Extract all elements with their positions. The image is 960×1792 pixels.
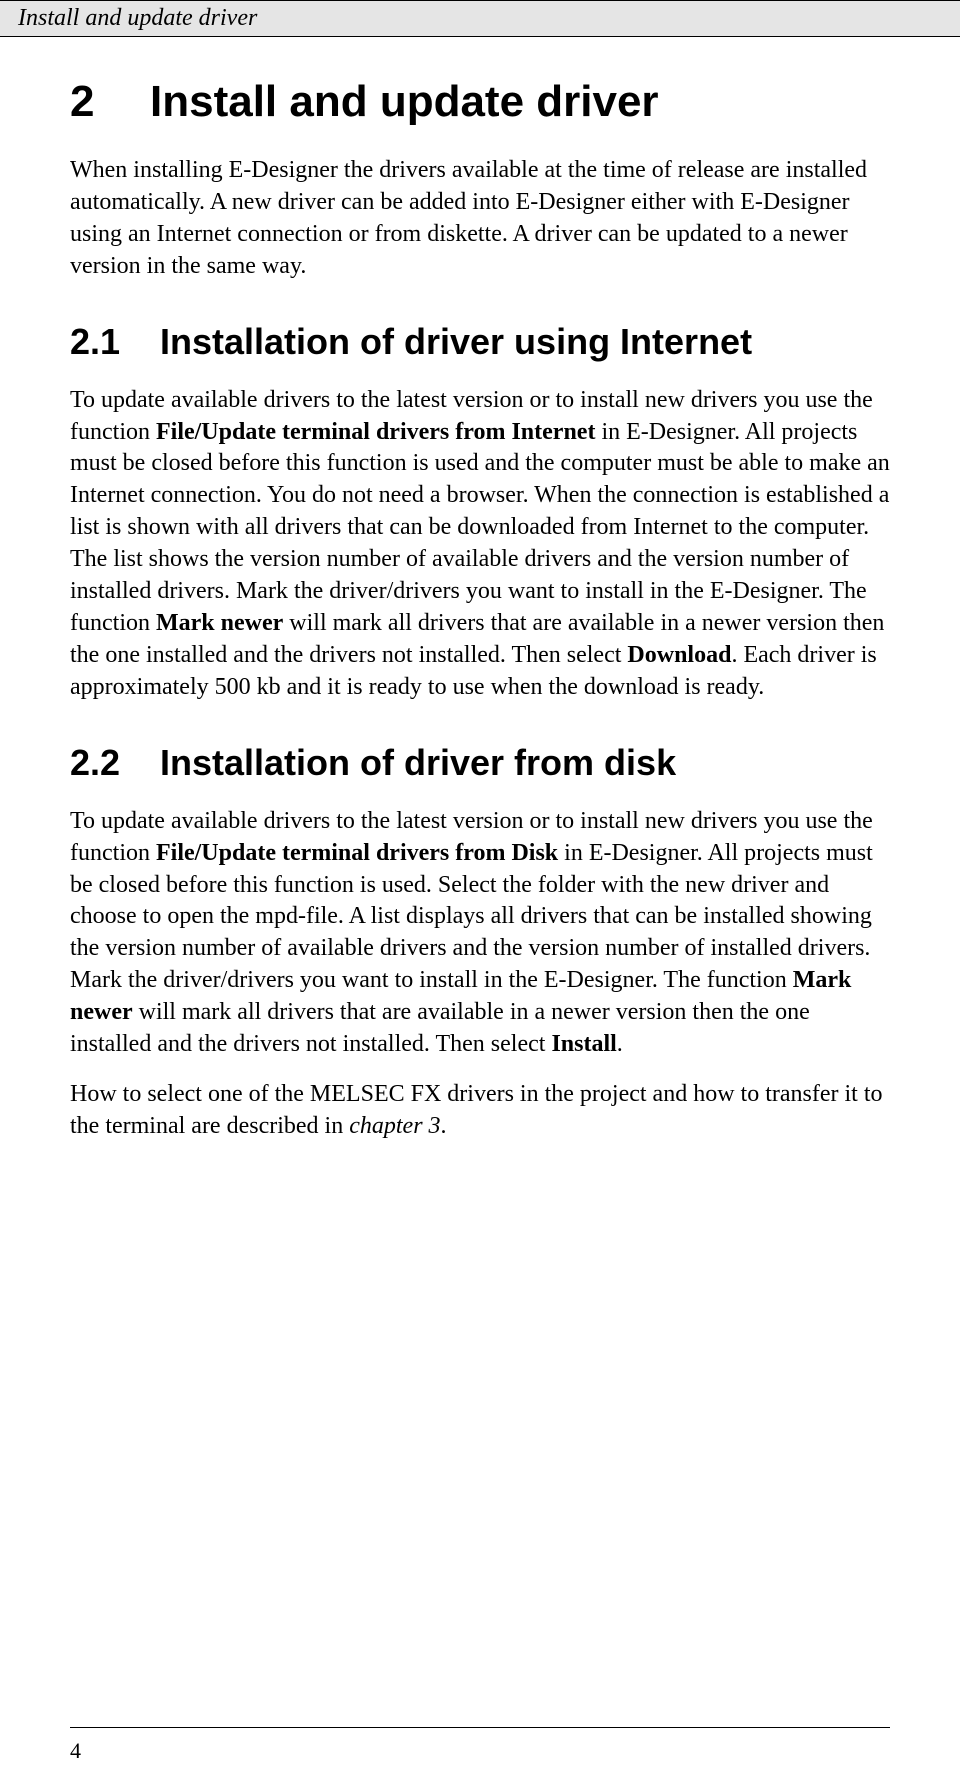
chapter-heading: 2 Install and update driver [70, 77, 890, 127]
command-text: Mark newer [156, 610, 283, 636]
page-number: 4 [70, 1738, 81, 1763]
section-title: Installation of driver using Internet [160, 321, 752, 363]
section-2-2-paragraph-1: To update available drivers to the lates… [70, 806, 890, 1061]
menu-path-text: File/Update terminal drivers from Intern… [156, 419, 595, 445]
text-run: will mark all drivers that are available… [70, 999, 810, 1057]
chapter-number: 2 [70, 77, 150, 127]
text-run: . [617, 1031, 623, 1057]
header-title: Install and update driver [18, 5, 257, 31]
section-heading-2-1: 2.1 Installation of driver using Interne… [70, 321, 890, 363]
section-number: 2.2 [70, 742, 160, 784]
text-run: . [441, 1113, 447, 1139]
page-footer: 4 [0, 1727, 960, 1764]
section-number: 2.1 [70, 321, 160, 363]
text-run: in E-Designer. All projects must be clos… [70, 419, 890, 636]
command-text: Install [551, 1031, 616, 1057]
section-heading-2-2: 2.2 Installation of driver from disk [70, 742, 890, 784]
page-content: 2 Install and update driver When install… [0, 37, 960, 1143]
section-title: Installation of driver from disk [160, 742, 676, 784]
chapter-reference: chapter 3 [349, 1113, 440, 1139]
footer-rule [70, 1727, 890, 1728]
page-header: Install and update driver [0, 0, 960, 37]
text-run: How to select one of the MELSEC FX drive… [70, 1081, 883, 1139]
intro-paragraph: When installing E-Designer the drivers a… [70, 155, 890, 283]
section-2-1-paragraph: To update available drivers to the lates… [70, 385, 890, 704]
chapter-title: Install and update driver [150, 77, 659, 127]
menu-path-text: File/Update terminal drivers from Disk [156, 840, 558, 866]
command-text: Download [627, 642, 731, 668]
section-2-2-paragraph-2: How to select one of the MELSEC FX drive… [70, 1079, 890, 1143]
